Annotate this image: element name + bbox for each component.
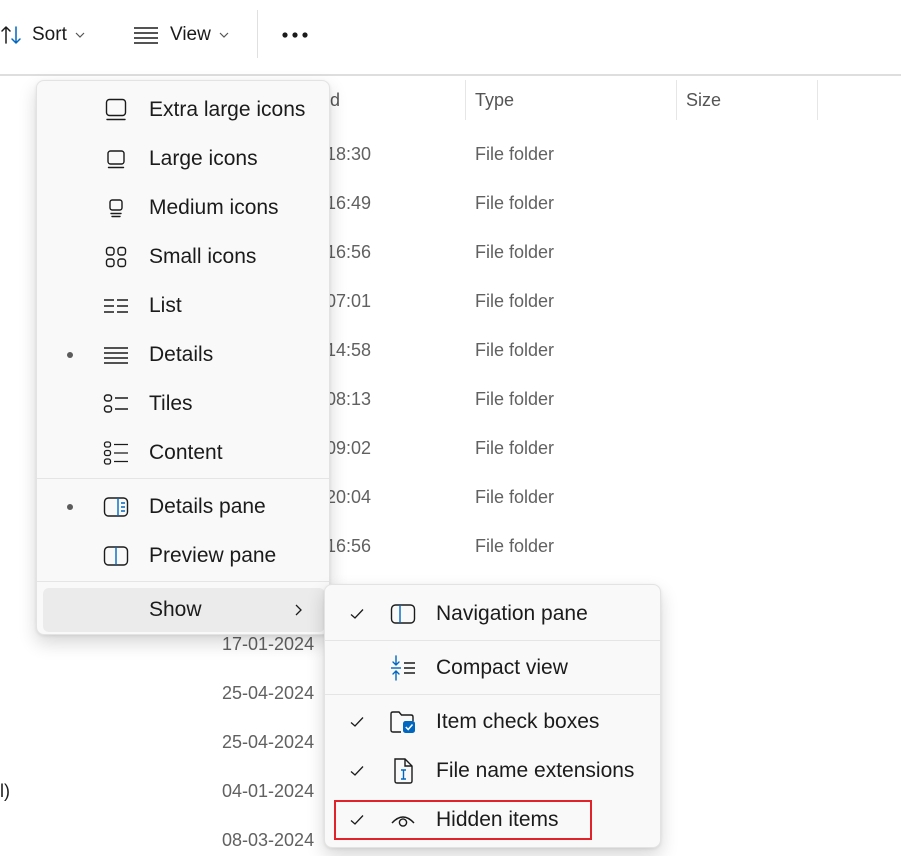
details-pane-icon: [103, 494, 129, 520]
row-type: File folder: [475, 340, 555, 360]
content-icon: [103, 440, 129, 466]
row-type: File folder: [475, 487, 555, 507]
ellipsis-icon: [281, 30, 309, 40]
menu-item-details[interactable]: Details: [37, 333, 329, 377]
column-header-date-modified[interactable]: d: [330, 78, 340, 122]
menu-item-medium-icons[interactable]: Medium icons: [37, 186, 329, 230]
sort-arrows-icon: [0, 24, 22, 46]
row-type: File folder: [475, 389, 555, 409]
file-extension-icon: [389, 757, 417, 785]
menu-item-details-pane[interactable]: Details pane: [37, 485, 329, 529]
navigation-pane-icon: [389, 600, 417, 628]
row-type: File folder: [475, 242, 555, 262]
row-modified: 16:49: [326, 193, 372, 213]
row-modified: 16:56: [326, 536, 372, 556]
tiles-icon: [103, 391, 129, 417]
selected-bullet: [67, 352, 73, 358]
monitor-large-icon: [103, 146, 129, 172]
compact-view-icon: [389, 654, 417, 682]
preview-pane-icon: [103, 543, 129, 569]
sort-button[interactable]: Sort: [0, 14, 85, 56]
toolbar-divider: [257, 10, 258, 58]
menu-divider: [325, 694, 660, 695]
menu-divider: [325, 640, 660, 641]
monitor-medium-icon: [103, 195, 129, 221]
more-options-button[interactable]: [281, 14, 309, 56]
row-date: 17-01-2024: [222, 634, 315, 654]
row-modified: 14:58: [326, 340, 372, 360]
menu-item-small-icons[interactable]: Small icons: [37, 235, 329, 279]
menu-divider: [37, 581, 329, 582]
monitor-xl-icon: [103, 97, 129, 123]
menu-item-extra-large-icons[interactable]: Extra large icons: [37, 88, 329, 132]
menu-item-file-name-extensions[interactable]: File name extensions: [325, 748, 660, 794]
lines-icon: [133, 25, 159, 45]
row-type: File folder: [475, 291, 555, 311]
details-lines-icon: [103, 342, 129, 368]
menu-item-list[interactable]: List: [37, 284, 329, 328]
column-divider[interactable]: [676, 80, 677, 120]
row-modified: 18:30: [326, 144, 372, 164]
menu-item-item-check-boxes[interactable]: Item check boxes: [325, 699, 660, 745]
item-checkbox-icon: [389, 708, 417, 736]
menu-item-show[interactable]: Show: [43, 588, 325, 632]
sort-label: Sort: [32, 24, 67, 45]
row-modified: 09:02: [326, 438, 372, 458]
column-header-size[interactable]: Size: [686, 78, 721, 122]
row-date: 25-04-2024: [222, 683, 315, 703]
chevron-down-icon: [75, 31, 85, 39]
menu-item-tiles[interactable]: Tiles: [37, 382, 329, 426]
selected-bullet: [67, 504, 73, 510]
grid-small-icons-icon: [103, 244, 129, 270]
checkmark-icon: [349, 764, 365, 778]
view-menu: Extra large icons Large icons Medium ico…: [36, 80, 330, 635]
row-type: File folder: [475, 144, 555, 164]
chevron-down-icon: [219, 31, 229, 39]
menu-item-content[interactable]: Content: [37, 431, 329, 475]
row-type: File folder: [475, 438, 555, 458]
menu-item-preview-pane[interactable]: Preview pane: [37, 534, 329, 578]
command-bar: Sort View: [0, 0, 901, 76]
menu-divider: [37, 478, 329, 479]
column-header-type[interactable]: Type: [475, 78, 514, 122]
row-date: 25-04-2024: [222, 732, 315, 752]
column-divider[interactable]: [817, 80, 818, 120]
row-type: File folder: [475, 193, 555, 213]
menu-item-navigation-pane[interactable]: Navigation pane: [325, 591, 660, 637]
row-modified: 16:56: [326, 242, 372, 262]
highlight-annotation: [334, 800, 592, 840]
row-date: 04-01-2024: [222, 781, 315, 801]
row-name: l): [0, 781, 10, 801]
menu-item-large-icons[interactable]: Large icons: [37, 137, 329, 181]
list-icon: [103, 293, 129, 319]
row-type: File folder: [475, 536, 555, 556]
row-modified: 08:13: [326, 389, 372, 409]
checkmark-icon: [349, 715, 365, 729]
row-modified: 20:04: [326, 487, 372, 507]
menu-item-compact-view[interactable]: Compact view: [325, 645, 660, 691]
view-label: View: [170, 24, 211, 45]
row-modified: 07:01: [326, 291, 372, 311]
view-button[interactable]: View: [133, 14, 229, 56]
chevron-right-icon: [294, 603, 303, 617]
row-date: 08-03-2024: [222, 830, 315, 850]
column-divider[interactable]: [465, 80, 466, 120]
checkmark-icon: [349, 607, 365, 621]
